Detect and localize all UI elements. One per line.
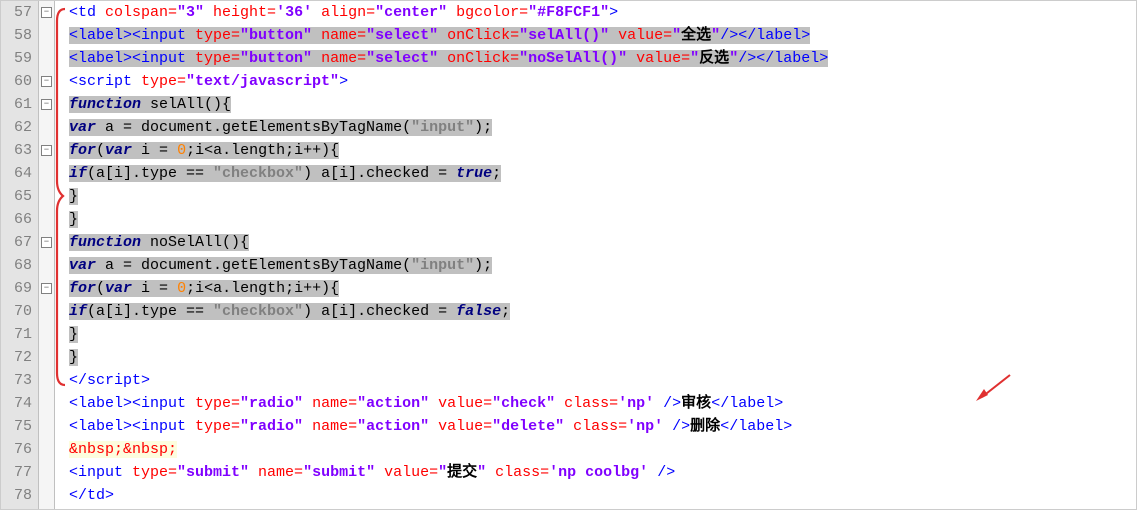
code-area[interactable]: <td colspan="3" height='36' align="cente… xyxy=(67,1,1136,509)
code-line: <label><input type="button" name="select… xyxy=(67,47,1136,70)
line-number-gutter: 5758596061626364656667686970717273747576… xyxy=(1,1,39,509)
code-line: } xyxy=(67,346,1136,369)
line-number: 73 xyxy=(5,369,32,392)
line-number: 72 xyxy=(5,346,32,369)
code-line: if(a[i].type == "checkbox") a[i].checked… xyxy=(67,300,1136,323)
code-line: function noSelAll(){ xyxy=(67,231,1136,254)
fold-column: − − − − − − xyxy=(39,1,55,509)
code-line: </script> xyxy=(67,369,1136,392)
code-editor[interactable]: 5758596061626364656667686970717273747576… xyxy=(0,0,1137,510)
code-line: for(var i = 0;i<a.length;i++){ xyxy=(67,277,1136,300)
fold-toggle-icon[interactable]: − xyxy=(41,237,52,248)
code-line: if(a[i].type == "checkbox") a[i].checked… xyxy=(67,162,1136,185)
code-line: } xyxy=(67,323,1136,346)
code-line: var a = document.getElementsByTagName("i… xyxy=(67,116,1136,139)
line-number: 59 xyxy=(5,47,32,70)
code-line: <script type="text/javascript"> xyxy=(67,70,1136,93)
line-number: 62 xyxy=(5,116,32,139)
fold-toggle-icon[interactable]: − xyxy=(41,145,52,156)
fold-toggle-icon[interactable]: − xyxy=(41,99,52,110)
code-line: for(var i = 0;i<a.length;i++){ xyxy=(67,139,1136,162)
code-line: } xyxy=(67,208,1136,231)
line-number: 61 xyxy=(5,93,32,116)
code-line: var a = document.getElementsByTagName("i… xyxy=(67,254,1136,277)
line-number: 78 xyxy=(5,484,32,507)
line-number: 68 xyxy=(5,254,32,277)
code-line: <label><input type="button" name="select… xyxy=(67,24,1136,47)
line-number: 71 xyxy=(5,323,32,346)
code-line: </td> xyxy=(67,484,1136,507)
code-line: } xyxy=(67,185,1136,208)
line-number: 66 xyxy=(5,208,32,231)
fold-toggle-icon[interactable]: − xyxy=(41,7,52,18)
line-number: 76 xyxy=(5,438,32,461)
line-number: 65 xyxy=(5,185,32,208)
code-line: <label><input type="radio" name="action"… xyxy=(67,415,1136,438)
annotation-brace xyxy=(55,1,67,509)
code-line: <label><input type="radio" name="action"… xyxy=(67,392,1136,415)
code-line: <input type="submit" name="submit" value… xyxy=(67,461,1136,484)
line-number: 63 xyxy=(5,139,32,162)
fold-toggle-icon[interactable]: − xyxy=(41,76,52,87)
code-line: function selAll(){ xyxy=(67,93,1136,116)
line-number: 69 xyxy=(5,277,32,300)
line-number: 75 xyxy=(5,415,32,438)
fold-toggle-icon[interactable]: − xyxy=(41,283,52,294)
line-number: 70 xyxy=(5,300,32,323)
line-number: 74 xyxy=(5,392,32,415)
code-line: <td colspan="3" height='36' align="cente… xyxy=(67,1,1136,24)
line-number: 60 xyxy=(5,70,32,93)
line-number: 77 xyxy=(5,461,32,484)
line-number: 57 xyxy=(5,1,32,24)
code-line: &nbsp;&nbsp; xyxy=(67,438,1136,461)
line-number: 64 xyxy=(5,162,32,185)
line-number: 67 xyxy=(5,231,32,254)
line-number: 58 xyxy=(5,24,32,47)
